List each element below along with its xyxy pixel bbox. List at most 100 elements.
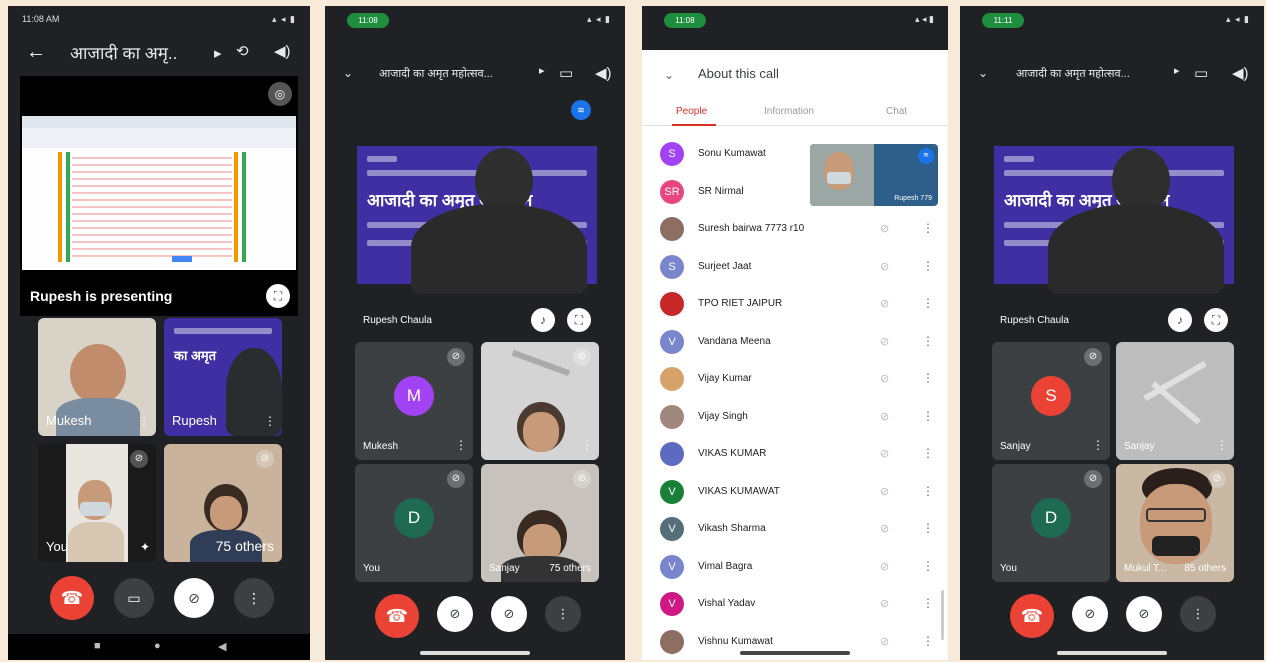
meeting-title[interactable]: आजादी का अमृत महोत्सव... [1016, 66, 1130, 81]
more-icon[interactable]: ⋮ [922, 409, 934, 423]
more-icon[interactable]: ⋮ [922, 296, 934, 310]
participant-avatar [660, 442, 684, 466]
mic-button[interactable]: ⊘ [174, 578, 214, 618]
mic-icon[interactable]: ♪ [531, 308, 555, 332]
self-view-tile[interactable]: ⊘ You ✦ [38, 444, 156, 562]
self-view-tile[interactable]: D ⊘ You [992, 464, 1110, 582]
others-tile[interactable]: ⊘ Sanjay 75 others [481, 464, 599, 582]
participant-row[interactable]: V Vikash Sharma ⊘ ⋮ [642, 511, 948, 547]
participant-row[interactable]: S Surjeet Jaat ⊘ ⋮ [642, 249, 948, 285]
participant-tile[interactable]: M ⊘ Mukesh ⋮ [355, 342, 473, 460]
switch-camera-icon[interactable]: ⟲ [236, 42, 249, 60]
more-icon[interactable]: ⋮ [922, 521, 934, 535]
participant-row[interactable]: Suresh bairwa 7773 r10 ⊘ ⋮ [642, 211, 948, 247]
more-icon[interactable]: ⋮ [455, 438, 467, 452]
participant-tile[interactable]: Mukesh ⋮ [38, 318, 156, 436]
main-speaker-tile[interactable]: आजादी का अमृत अभियान ≋ Rupesh Chaula ♪ ⛶ [355, 94, 599, 338]
chevron-down-icon[interactable]: ⌄ [343, 66, 353, 80]
scrollbar[interactable] [941, 590, 944, 640]
more-icon[interactable]: ⋮ [1092, 438, 1104, 452]
more-icon[interactable]: ⋮ [922, 596, 934, 610]
participant-row[interactable]: Vijay Kumar ⊘ ⋮ [642, 361, 948, 397]
end-call-button[interactable]: ☎ [1010, 594, 1054, 638]
dropdown-icon[interactable]: ▸ [1174, 64, 1180, 77]
participant-name: Mukesh [46, 413, 92, 428]
participant-tile[interactable]: ⊘ ⋮ [481, 342, 599, 460]
recents-icon[interactable]: ■ [94, 640, 101, 652]
participant-row[interactable]: TPO RIET JAIPUR ⊘ ⋮ [642, 286, 948, 322]
participant-avatar: SR [660, 179, 684, 204]
more-icon[interactable]: ⋮ [922, 371, 934, 385]
dropdown-icon[interactable]: ▸ [214, 44, 222, 62]
signal-icons: ▴ ◂ ▮ [587, 14, 611, 24]
more-icon[interactable]: ⋮ [922, 334, 934, 348]
more-icon[interactable]: ⋮ [922, 484, 934, 498]
more-options-button[interactable]: ⋮ [234, 578, 274, 618]
back-arrow-icon[interactable]: ← [26, 41, 46, 64]
participant-row[interactable]: Vijay Singh ⊘ ⋮ [642, 399, 948, 435]
mic-off-icon: ⊘ [880, 598, 890, 610]
camera-off-button[interactable]: ⊘ [437, 596, 473, 632]
mic-off-icon: ⊘ [880, 635, 890, 648]
speaker-icon[interactable]: ◀) [1232, 64, 1249, 82]
mic-icon[interactable]: ♪ [1168, 308, 1192, 332]
signal-icons: ▴ ◂ ▮ [915, 14, 934, 24]
more-icon[interactable]: ⋮ [922, 221, 934, 235]
participant-row[interactable]: V Vimal Bagra ⊘ ⋮ [642, 549, 948, 585]
meeting-title[interactable]: आजादी का अमृत महोत्सव... [379, 66, 493, 81]
participant-row[interactable]: V Vandana Meena ⊘ ⋮ [642, 324, 948, 360]
mic-button[interactable]: ⊘ [1126, 596, 1162, 632]
fullscreen-icon[interactable]: ⛶ [1204, 308, 1228, 332]
more-icon[interactable]: ⋮ [1216, 438, 1228, 452]
more-icon[interactable]: ⋮ [922, 559, 934, 573]
effects-icon[interactable]: ✦ [140, 540, 150, 554]
self-view-tile[interactable]: D ⊘ You [355, 464, 473, 582]
more-icon[interactable]: ⋮ [922, 446, 934, 460]
more-options-button[interactable]: ⋮ [545, 596, 581, 632]
pip-name: Rupesh 779 [894, 195, 932, 202]
meeting-title[interactable]: आजादी का अमृ.. [70, 41, 177, 64]
mic-off-icon: ⊘ [256, 450, 274, 468]
participant-row[interactable]: VIKAS KUMAR ⊘ ⋮ [642, 436, 948, 472]
cast-icon[interactable]: ▭ [559, 64, 573, 82]
home-indicator[interactable] [420, 651, 530, 655]
others-tile[interactable]: ⊘ Mukul T... 85 others [1116, 464, 1234, 582]
more-icon[interactable]: ⋮ [581, 438, 593, 452]
chevron-down-icon[interactable]: ⌄ [664, 68, 674, 82]
tab-people[interactable]: People [676, 106, 707, 117]
cast-icon[interactable]: ▭ [1194, 64, 1208, 82]
mic-button[interactable]: ⊘ [491, 596, 527, 632]
home-indicator[interactable] [740, 651, 850, 655]
shared-screen [22, 116, 296, 270]
others-tile[interactable]: ⊘ 75 others [164, 444, 282, 562]
participant-row[interactable]: V VIKAS KUMAWAT ⊘ ⋮ [642, 474, 948, 510]
home-icon[interactable]: ● [154, 640, 161, 652]
main-speaker-tile[interactable]: आजादी का अमृत अभियान Rupesh Chaula ♪ ⛶ [992, 94, 1236, 338]
tab-chat[interactable]: Chat [886, 106, 907, 117]
end-call-button[interactable]: ☎ [375, 594, 419, 638]
more-options-button[interactable]: ⋮ [1180, 596, 1216, 632]
home-indicator[interactable] [1057, 651, 1167, 655]
more-icon[interactable]: ⋮ [922, 634, 934, 648]
participant-tile[interactable]: Sanjay ⋮ [1116, 342, 1234, 460]
more-icon[interactable]: ⋮ [922, 259, 934, 273]
more-icon[interactable]: ⋮ [264, 414, 276, 428]
fullscreen-icon[interactable]: ⛶ [266, 284, 290, 308]
camera-button[interactable]: ▭ [114, 578, 154, 618]
dropdown-icon[interactable]: ▸ [539, 64, 545, 77]
back-nav-icon[interactable]: ◀ [218, 640, 226, 653]
speaker-icon[interactable]: ◀) [274, 42, 291, 60]
fullscreen-icon[interactable]: ⛶ [567, 308, 591, 332]
tab-information[interactable]: Information [764, 106, 814, 117]
participant-row[interactable]: V Vishal Yadav ⊘ ⋮ [642, 586, 948, 622]
more-icon[interactable]: ⋮ [138, 414, 150, 428]
signal-icons: ▴ ◂ ▮ [1226, 14, 1250, 24]
end-call-button[interactable]: ☎ [50, 576, 94, 620]
chevron-down-icon[interactable]: ⌄ [978, 66, 988, 80]
speaker-icon[interactable]: ◀) [595, 64, 612, 82]
participant-tile[interactable]: का अमृत Rupesh ⋮ [164, 318, 282, 436]
participant-tile[interactable]: S ⊘ Sanjay ⋮ [992, 342, 1110, 460]
pin-icon[interactable]: ◎ [268, 82, 292, 106]
pip-video[interactable]: ≋ Rupesh 779 [810, 144, 938, 206]
camera-off-button[interactable]: ⊘ [1072, 596, 1108, 632]
